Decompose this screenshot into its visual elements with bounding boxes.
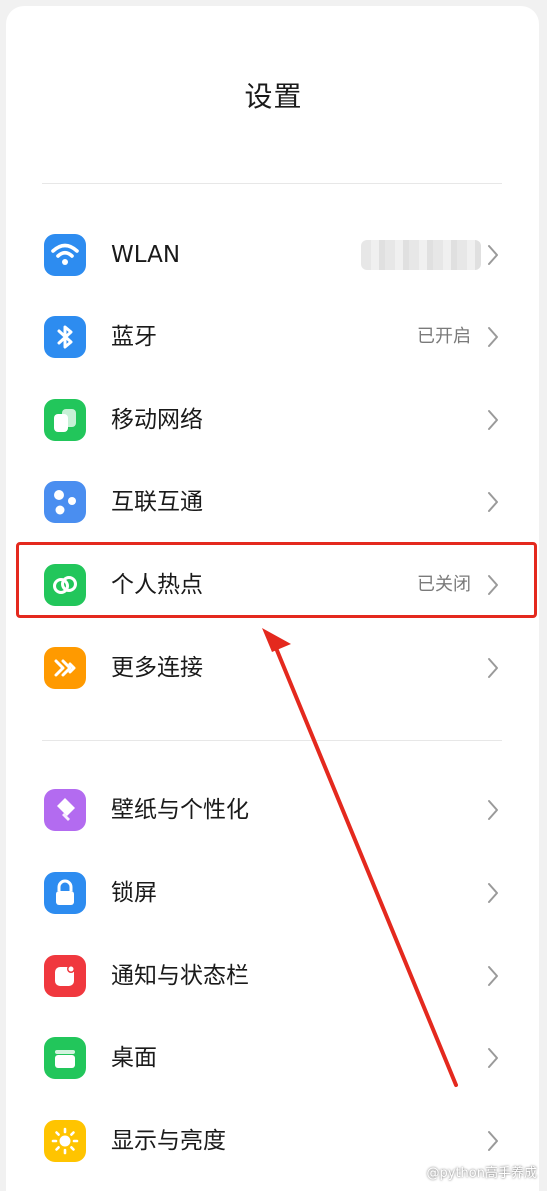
annotation-arrow [262,628,458,1087]
watermark: @python高手养成 [426,1166,537,1181]
